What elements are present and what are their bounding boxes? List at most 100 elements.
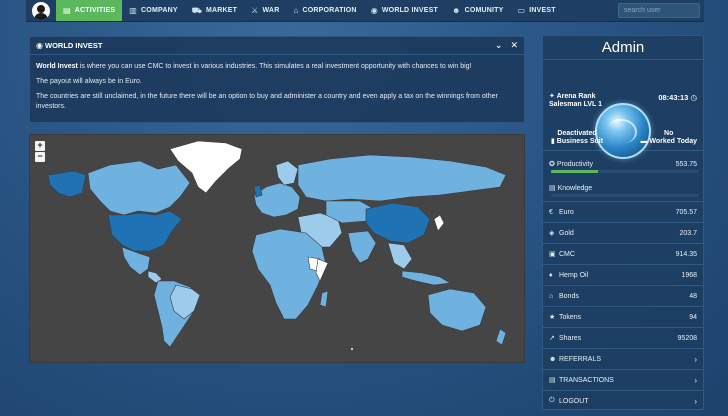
countries-paragraph: The countries are still unclaimed, in th… <box>36 93 498 110</box>
map-country-africa[interactable] <box>251 228 327 320</box>
resource-row-gold: ◈ Gold 203.7 <box>543 222 703 243</box>
map-country-indonesia[interactable] <box>401 270 451 286</box>
link-label: REFERRALS <box>559 355 602 363</box>
rank-label: Arena Rank <box>556 93 596 100</box>
nav-activities[interactable]: ▤ ACTIVITIES <box>56 0 123 21</box>
referrals-icon: ☻ <box>549 355 557 363</box>
nav-label: INVEST <box>529 7 556 14</box>
collapse-chevron-icon[interactable]: ⌄ <box>495 40 503 51</box>
war-icon: ⚔ <box>251 6 259 15</box>
world-map-svg[interactable] <box>30 135 525 363</box>
chevron-right-icon: › <box>694 396 697 406</box>
euro-icon: € <box>549 208 553 216</box>
resource-label: Tokens <box>559 313 582 321</box>
username-title: Admin <box>543 36 703 60</box>
map-zoom-in-button[interactable]: + <box>35 141 45 151</box>
shares-icon: ↗ <box>549 335 555 342</box>
payout-paragraph: The payout will always be in Euro. <box>36 78 142 85</box>
resource-label: Shares <box>559 334 582 342</box>
resource-row-euro: € Euro 705.57 <box>543 201 703 222</box>
gold-icon: ◈ <box>549 230 555 237</box>
resource-value: 1968 <box>681 271 697 279</box>
globe-icon: ◉ <box>36 41 43 50</box>
map-country-scandinavia[interactable] <box>275 160 299 186</box>
intro-text: is where you can use CMC to invest in va… <box>77 63 472 70</box>
nav-comunity[interactable]: ☻ COMUNITY <box>445 0 511 21</box>
panel-body: World Invest is where you can use CMC to… <box>30 55 524 112</box>
chevron-right-icon: › <box>694 375 697 385</box>
user-avatar-button[interactable] <box>26 0 56 21</box>
nav-company[interactable]: ▥ COMPANY <box>122 0 184 21</box>
map-island-dot[interactable] <box>351 348 353 350</box>
panel-title: WORLD INVEST <box>44 41 103 50</box>
nav-label: COMPANY <box>141 7 178 14</box>
map-zoom-out-button[interactable]: − <box>35 152 45 162</box>
productivity-label: Productivity <box>556 160 593 168</box>
nav-label: CORPORATION <box>302 7 357 14</box>
transactions-icon: ▤ <box>549 377 556 384</box>
server-clock: 08:43:13 ◷ <box>658 93 697 102</box>
resource-value: 95208 <box>677 334 697 342</box>
suit-status-bottom: ▮ Business Suit <box>551 138 603 146</box>
activities-icon: ▤ <box>63 6 71 15</box>
map-country-usa[interactable] <box>107 210 183 252</box>
panel-header: ◉ WORLD INVEST ⌄ ✕ <box>30 37 524 55</box>
map-country-australia[interactable] <box>427 288 487 332</box>
clock-time: 08:43:13 <box>658 93 689 102</box>
world-map[interactable]: + − <box>29 134 525 363</box>
resource-label: CMC <box>559 250 575 258</box>
resource-value: 203.7 <box>679 229 697 237</box>
resource-value: 705.57 <box>675 208 697 216</box>
map-country-madagascar[interactable] <box>319 290 329 308</box>
nav-label: WORLD INVEST <box>381 7 438 14</box>
map-country-alaska[interactable] <box>47 170 87 198</box>
referrals-link[interactable]: ☻ REFERRALS › <box>543 348 703 369</box>
nav-invest[interactable]: ▭ INVEST <box>511 0 563 21</box>
arena-rank: ✦ Arena Rank Salesman LVL 1 <box>549 93 602 109</box>
intro-paragraph: World Invest is where you can use CMC to… <box>36 62 518 72</box>
globe-icon: ◉ <box>370 6 378 15</box>
rank-icon: ✦ <box>549 93 555 100</box>
link-label: TRANSACTIONS <box>559 376 614 384</box>
resource-value: 48 <box>689 292 697 300</box>
knowledge-stat: ▤ Knowledge <box>543 182 703 194</box>
nav-war[interactable]: ⚔ WAR <box>244 0 286 21</box>
transactions-link[interactable]: ▤ TRANSACTIONS › <box>543 369 703 390</box>
work-status-top: No <box>664 130 674 137</box>
map-country-canada[interactable] <box>87 160 191 216</box>
search-user-input[interactable] <box>618 3 700 18</box>
invest-icon: ▭ <box>517 6 526 15</box>
nav-world-invest[interactable]: ◉ WORLD INVEST <box>364 0 445 21</box>
map-country-japan[interactable] <box>433 214 445 232</box>
resource-label: Euro <box>559 208 574 216</box>
corporation-icon: ⌂ <box>293 6 299 15</box>
map-country-new-zealand[interactable] <box>495 328 507 346</box>
bonds-icon: ⌂ <box>549 292 554 300</box>
close-icon[interactable]: ✕ <box>510 40 518 51</box>
knowledge-bar <box>551 194 699 197</box>
nav-market[interactable]: ⛟ MARKET <box>185 0 244 21</box>
book-icon: ▤ <box>549 185 558 192</box>
resource-row-bonds: ⌂ Bonds 48 <box>543 285 703 306</box>
nav-label: COMUNITY <box>464 7 504 14</box>
nav-label: ACTIVITIES <box>74 7 116 14</box>
nav-label: WAR <box>262 7 280 14</box>
rank-value: Salesman LVL 1 <box>549 101 603 108</box>
map-country-india[interactable] <box>347 230 377 264</box>
map-country-southeast-asia[interactable] <box>387 242 413 270</box>
resource-value: 94 <box>689 313 697 321</box>
logout-link[interactable]: ⏻ LOGOUT › <box>543 390 703 411</box>
nav-corporation[interactable]: ⌂ CORPORATION <box>286 0 363 21</box>
resource-value: 914.35 <box>675 250 697 258</box>
productivity-bar-fill <box>551 170 599 173</box>
resource-row-shares: ↗ Shares 95208 <box>543 327 703 348</box>
resource-row-hemp-oil: ♦ Hemp Oil 1968 <box>543 264 703 285</box>
tokens-icon: ★ <box>549 314 556 321</box>
resource-row-tokens: ★ Tokens 94 <box>543 306 703 327</box>
cart-icon: ⛟ <box>191 5 202 15</box>
map-country-russia[interactable] <box>297 154 507 202</box>
resource-label: Gold <box>559 229 574 237</box>
hemp-oil-icon: ♦ <box>549 271 553 279</box>
productivity-bar <box>551 170 699 173</box>
map-country-china[interactable] <box>365 202 431 244</box>
